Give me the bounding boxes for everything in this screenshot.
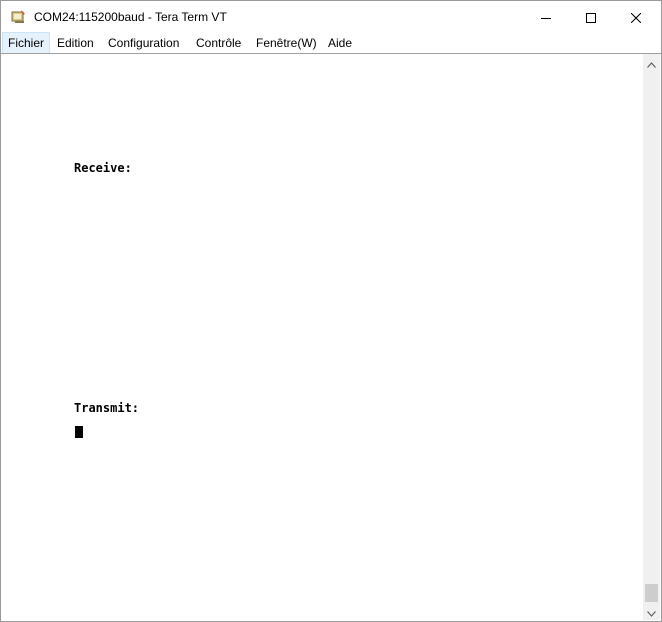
maximize-icon xyxy=(586,8,596,27)
menu-fichier[interactable]: Fichier xyxy=(1,32,51,54)
text-cursor xyxy=(75,426,83,438)
menu-bar: Fichier Edition Configuration Contrôle F… xyxy=(1,32,661,54)
transmit-label: Transmit: xyxy=(74,401,140,415)
teraterm-window: COM24:115200baud - Tera Term VT Fichier … xyxy=(0,0,662,622)
terminal-area[interactable]: Receive: Transmit: xyxy=(1,54,643,620)
maximize-button[interactable] xyxy=(568,1,614,33)
minimize-icon xyxy=(541,8,551,27)
vertical-scrollbar[interactable] xyxy=(643,54,660,620)
menu-fenetre[interactable]: Fenêtre(W) xyxy=(251,33,322,53)
chevron-down-icon xyxy=(647,602,656,621)
teraterm-icon[interactable] xyxy=(11,9,27,25)
menu-edition[interactable]: Edition xyxy=(52,33,99,53)
minimize-button[interactable] xyxy=(523,1,569,33)
close-icon xyxy=(630,8,642,27)
scroll-thumb[interactable] xyxy=(645,584,658,602)
menu-configuration[interactable]: Configuration xyxy=(103,33,184,53)
scroll-up-button[interactable] xyxy=(643,54,660,71)
close-button[interactable] xyxy=(613,1,659,33)
scroll-down-button[interactable] xyxy=(643,603,660,620)
receive-label: Receive: xyxy=(74,161,132,175)
menu-aide[interactable]: Aide xyxy=(323,33,357,53)
chevron-up-icon xyxy=(647,53,656,72)
title-bar[interactable]: COM24:115200baud - Tera Term VT xyxy=(1,1,661,33)
menu-controle[interactable]: Contrôle xyxy=(191,33,246,53)
window-title: COM24:115200baud - Tera Term VT xyxy=(34,10,227,24)
